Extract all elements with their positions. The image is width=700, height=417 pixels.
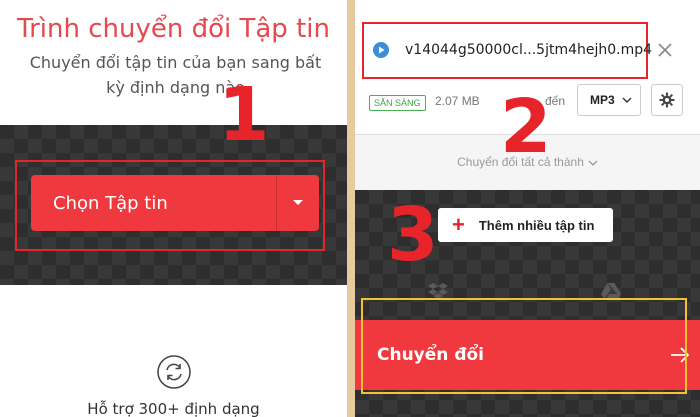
chevron-down-icon[interactable] <box>277 175 319 231</box>
choose-file-label: Chọn Tập tin <box>53 192 168 214</box>
choose-file-button[interactable]: Chọn Tập tin <box>31 175 319 231</box>
file-name: v14044g50000cl...5jtm4hejh0.mp4 <box>405 42 653 58</box>
format-select[interactable]: MP3 <box>577 84 641 116</box>
chevron-down-icon <box>622 97 632 103</box>
support-formats-text: Hỗ trợ 300+ định dạng <box>87 400 260 417</box>
highlight-box-convert <box>361 298 687 394</box>
status-badge: SẴN SÀNG <box>369 95 426 111</box>
plus-icon: + <box>452 212 465 237</box>
format-value: MP3 <box>590 93 615 107</box>
gear-icon <box>659 92 675 108</box>
panel-separator <box>347 0 355 417</box>
right-panel: v14044g50000cl...5jtm4hejh0.mp4 SẴN SÀNG… <box>355 0 700 417</box>
play-icon <box>373 42 389 58</box>
settings-button[interactable] <box>651 84 683 116</box>
page-subtitle: Chuyển đổi tập tin của bạn sang bất kỳ đ… <box>29 53 322 97</box>
close-icon[interactable] <box>655 40 675 60</box>
file-size: 2.07 MB <box>435 94 480 108</box>
chevron-down-icon <box>588 160 598 166</box>
page-title: Trình chuyển đổi Tập tin <box>17 14 330 44</box>
convert-all-dropdown[interactable]: Chuyển đổi tất cả thành <box>355 155 700 169</box>
step-number-1: 1 <box>218 72 270 158</box>
add-more-files-button[interactable]: + Thêm nhiều tập tin <box>438 208 613 242</box>
convert-all-label: Chuyển đổi tất cả thành <box>457 155 584 169</box>
add-more-files-label: Thêm nhiều tập tin <box>478 217 595 233</box>
step-number-3: 3 <box>387 192 439 278</box>
sync-icon <box>157 355 191 389</box>
left-panel: Trình chuyển đổi Tập tin Chuyển đổi tập … <box>0 0 347 417</box>
step-number-2: 2 <box>500 84 552 170</box>
